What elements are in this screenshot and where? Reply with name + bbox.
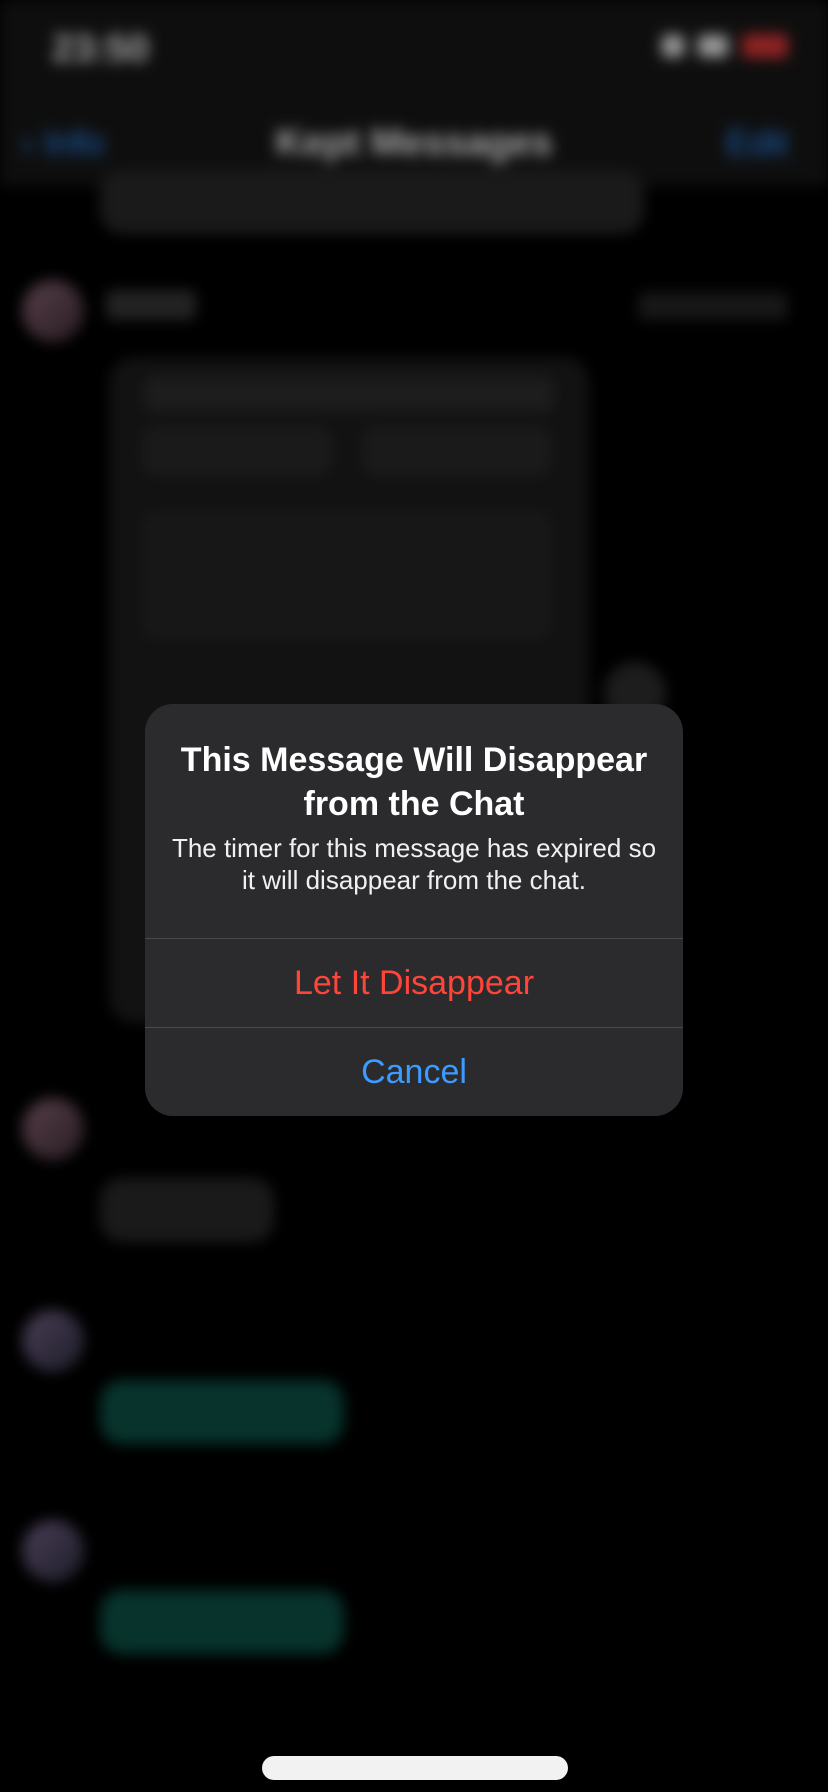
let-it-disappear-button[interactable]: Let It Disappear — [145, 938, 683, 1027]
alert-message: The timer for this message has expired s… — [171, 833, 657, 895]
disappear-alert-dialog: This Message Will Disappear from the Cha… — [145, 704, 683, 1116]
alert-title: This Message Will Disappear from the Cha… — [180, 741, 648, 823]
cancel-button[interactable]: Cancel — [145, 1027, 683, 1116]
home-indicator[interactable] — [262, 1756, 568, 1780]
